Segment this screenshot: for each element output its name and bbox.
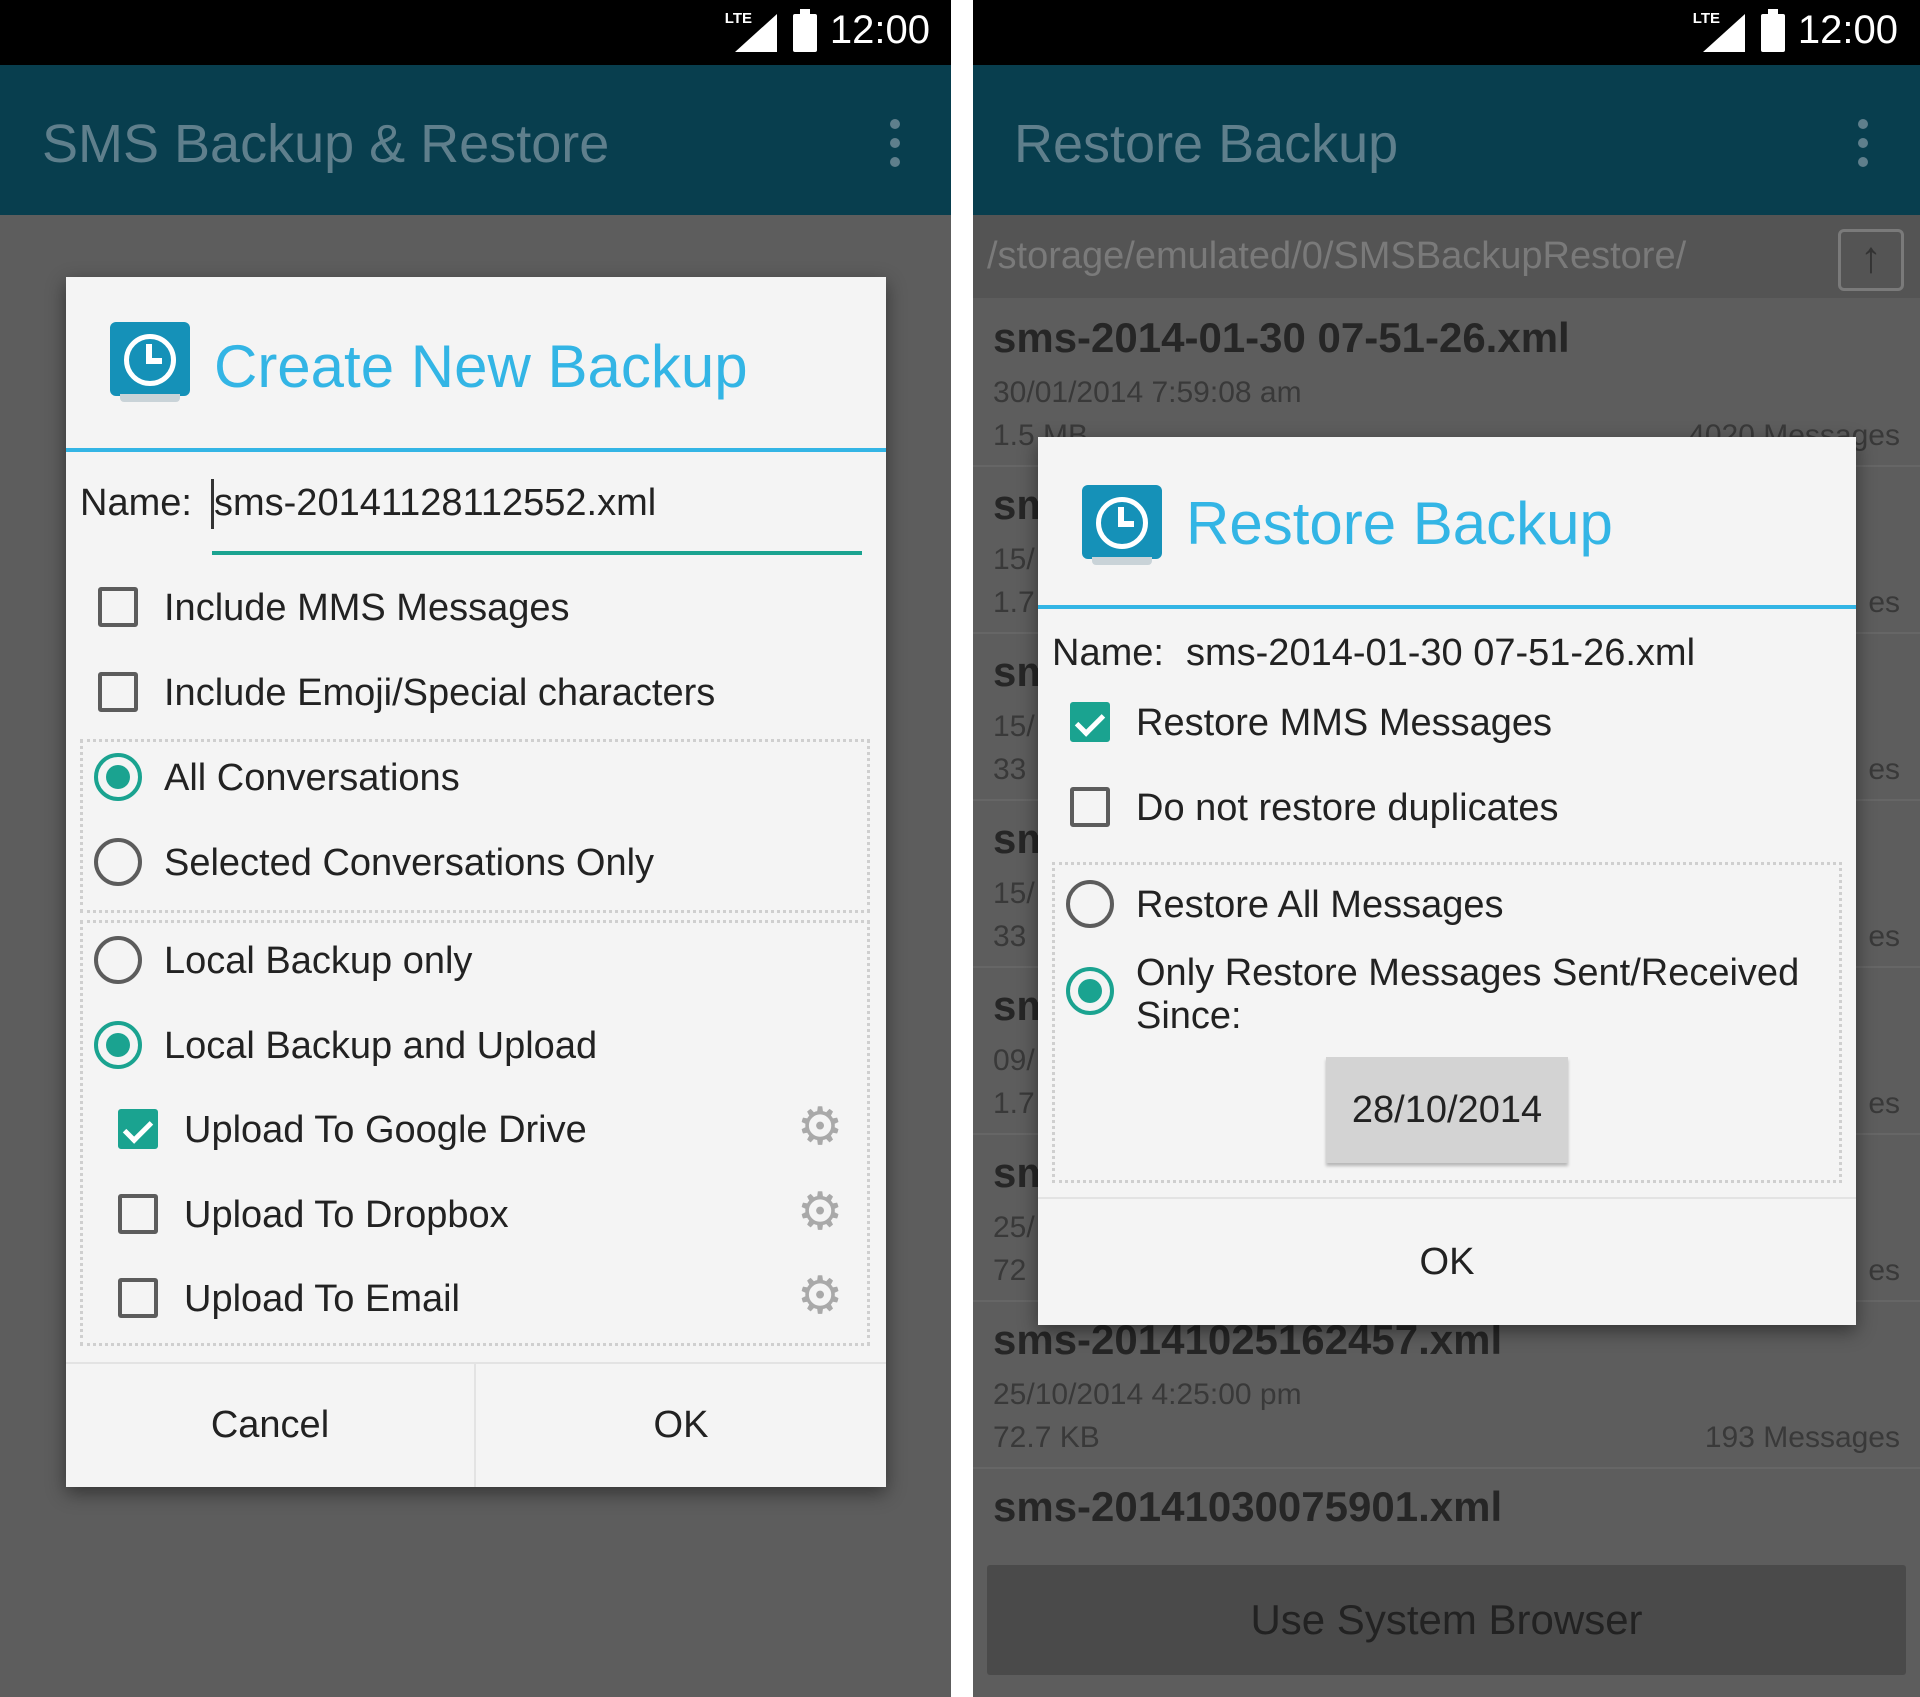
- create-backup-dialog: Create New Backup Name: sms-201411281125…: [66, 277, 886, 1487]
- file-size: 1.7: [993, 586, 1035, 619]
- status-bar: LTE 12:00: [973, 0, 1920, 65]
- battery-icon: [793, 9, 817, 52]
- use-system-browser-button[interactable]: Use System Browser: [987, 1565, 1906, 1675]
- file-size: 72.7 KB: [993, 1421, 1100, 1454]
- backup-name-field[interactable]: sms-20141128112552.xml: [214, 482, 656, 525]
- restore-all-radio[interactable]: [1066, 880, 1114, 928]
- restore-backup-dialog: Restore Backup Name: sms-2014-01-30 07-5…: [1038, 437, 1856, 1325]
- restore-since-label[interactable]: Only Restore Messages Sent/Received: [1136, 952, 1799, 995]
- name-label: Name:: [1052, 632, 1164, 674]
- local-backup-upload-label[interactable]: Local Backup and Upload: [164, 1025, 597, 1068]
- file-size: 72: [993, 1254, 1027, 1287]
- file-date: 15/: [993, 710, 1035, 743]
- file-date: 25/10/2014 4:25:00 pm: [993, 1378, 1302, 1411]
- name-label: Name:: [80, 482, 192, 524]
- path-bar: /storage/emulated/0/SMSBackupRestore/ ↑: [973, 215, 1920, 298]
- upload-dropbox-label[interactable]: Upload To Dropbox: [184, 1194, 509, 1237]
- restore-backup-screen: LTE 12:00 Restore Backup /storage/emulat…: [973, 0, 1920, 1697]
- file-date: 09/: [993, 1044, 1035, 1077]
- local-backup-only-radio[interactable]: [94, 936, 142, 984]
- dialog-header: Restore Backup: [1038, 437, 1856, 609]
- screenshot-divider: [951, 0, 973, 1697]
- action-bar: SMS Backup & Restore: [0, 65, 952, 215]
- no-duplicates-checkbox[interactable]: [1070, 787, 1110, 827]
- gear-icon[interactable]: ⚙: [796, 1101, 844, 1153]
- folder-path: /storage/emulated/0/SMSBackupRestore/: [987, 235, 1687, 277]
- upload-google-drive-label[interactable]: Upload To Google Drive: [184, 1109, 587, 1152]
- no-duplicates-label[interactable]: Do not restore duplicates: [1136, 787, 1558, 830]
- file-date: 30/01/2014 7:59:08 am: [993, 376, 1302, 409]
- overflow-menu-icon[interactable]: [1858, 119, 1870, 176]
- include-mms-checkbox[interactable]: [98, 587, 138, 627]
- dialog-title: Restore Backup: [1186, 490, 1613, 557]
- selected-conversations-label[interactable]: Selected Conversations Only: [164, 842, 654, 885]
- cancel-button[interactable]: Cancel: [66, 1364, 476, 1487]
- ok-button[interactable]: OK: [476, 1364, 886, 1487]
- file-date: 15/: [993, 877, 1035, 910]
- status-bar: LTE 12:00: [0, 0, 952, 65]
- clock: 12:00: [1797, 8, 1898, 52]
- restore-since-label-cont[interactable]: Since:: [1136, 995, 1242, 1038]
- overflow-menu-icon[interactable]: [890, 119, 902, 176]
- gear-icon[interactable]: ⚙: [796, 1270, 844, 1322]
- file-size: 1.7: [993, 1087, 1035, 1120]
- include-mms-label[interactable]: Include MMS Messages: [164, 587, 570, 630]
- file-name: sms-2014-01-30 07-51-26.xml: [993, 314, 1570, 361]
- all-conversations-radio[interactable]: [94, 753, 142, 801]
- backup-clock-icon: [110, 322, 190, 402]
- file-message-count: 193 Messages: [1704, 1421, 1900, 1454]
- dialog-title: Create New Backup: [214, 333, 748, 400]
- signal-icon: [1703, 14, 1745, 52]
- selected-conversations-radio[interactable]: [94, 838, 142, 886]
- create-backup-screen: LTE 12:00 SMS Backup & Restore Create Ne…: [0, 0, 952, 1697]
- file-message-count: es: [1868, 586, 1900, 619]
- since-date-button[interactable]: 28/10/2014: [1326, 1057, 1568, 1163]
- app-title: Restore Backup: [1014, 114, 1399, 174]
- dialog-header: Create New Backup: [66, 277, 886, 452]
- name-field-underline: [212, 551, 862, 555]
- action-bar: Restore Backup: [973, 65, 1920, 215]
- file-row[interactable]: sms-20141025162457.xml 25/10/2014 4:25:0…: [973, 1302, 1920, 1469]
- dialog-button-bar: Cancel OK: [66, 1362, 886, 1487]
- gear-icon[interactable]: ⚙: [796, 1186, 844, 1238]
- upload-email-label[interactable]: Upload To Email: [184, 1278, 460, 1321]
- signal-icon: [735, 14, 777, 52]
- file-message-count: es: [1868, 1087, 1900, 1120]
- file-message-count: es: [1868, 1254, 1900, 1287]
- file-row[interactable]: sms-20141030075901.xml: [973, 1469, 1920, 1559]
- backup-clock-icon: [1082, 485, 1162, 565]
- ok-button[interactable]: OK: [1038, 1199, 1856, 1325]
- up-folder-icon[interactable]: ↑: [1838, 229, 1904, 291]
- all-conversations-label[interactable]: All Conversations: [164, 757, 460, 800]
- upload-google-drive-checkbox[interactable]: [118, 1109, 158, 1149]
- battery-icon: [1761, 9, 1785, 52]
- include-emoji-checkbox[interactable]: [98, 672, 138, 712]
- clock: 12:00: [829, 8, 930, 52]
- local-backup-upload-radio[interactable]: [94, 1021, 142, 1069]
- restore-mms-checkbox[interactable]: [1070, 702, 1110, 742]
- backup-name-value: sms-2014-01-30 07-51-26.xml: [1186, 632, 1696, 674]
- file-size: 33: [993, 753, 1027, 786]
- file-name: sms-20141030075901.xml: [993, 1483, 1503, 1530]
- app-title: SMS Backup & Restore: [42, 114, 610, 174]
- restore-since-radio[interactable]: [1066, 967, 1114, 1015]
- file-date: 25/: [993, 1211, 1035, 1244]
- upload-email-checkbox[interactable]: [118, 1278, 158, 1318]
- file-size: 33: [993, 920, 1027, 953]
- restore-all-label[interactable]: Restore All Messages: [1136, 884, 1504, 927]
- dialog-button-bar: OK: [1038, 1197, 1856, 1325]
- file-message-count: es: [1868, 753, 1900, 786]
- restore-mms-label[interactable]: Restore MMS Messages: [1136, 702, 1552, 745]
- local-backup-only-label[interactable]: Local Backup only: [164, 940, 472, 983]
- upload-dropbox-checkbox[interactable]: [118, 1194, 158, 1234]
- file-message-count: es: [1868, 920, 1900, 953]
- file-date: 15/: [993, 543, 1035, 576]
- include-emoji-label[interactable]: Include Emoji/Special characters: [164, 672, 715, 715]
